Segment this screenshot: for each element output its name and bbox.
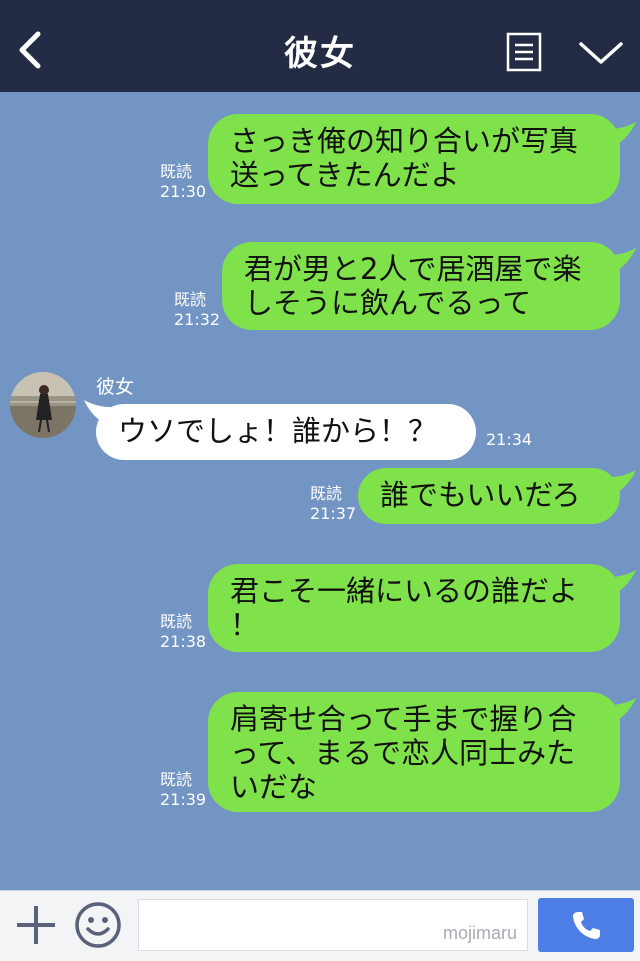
read-receipt: 既読 bbox=[160, 612, 193, 631]
message-meta: 既読 21:38 bbox=[160, 612, 206, 652]
outgoing-message-bubble[interactable]: 君が男と2人で居酒屋で楽 しそうに飲んでるって bbox=[222, 242, 620, 330]
message-meta: 既読 21:32 bbox=[174, 290, 220, 330]
read-receipt: 既読 bbox=[310, 484, 343, 503]
phone-icon bbox=[573, 912, 600, 939]
contact-avatar[interactable] bbox=[10, 372, 76, 438]
message-time: 21:30 bbox=[160, 182, 207, 201]
incoming-message-bubble[interactable]: ウソでしょ！誰から！？ bbox=[96, 404, 476, 460]
read-receipt: 既読 bbox=[160, 162, 193, 181]
read-receipt: 既読 bbox=[160, 770, 193, 789]
outgoing-message-bubble[interactable]: 誰でもいいだろ bbox=[358, 468, 620, 524]
read-receipt: 既読 bbox=[174, 290, 207, 309]
message-input-bar: mojimaru bbox=[0, 890, 640, 961]
message-meta: 既読 21:30 bbox=[160, 162, 206, 202]
message-time: 21:32 bbox=[174, 310, 221, 329]
sender-name: 彼女 bbox=[96, 376, 135, 398]
message-list[interactable]: 既読 21:30 さっき俺の知り合いが写真 送ってきたんだよ 既読 21:32 … bbox=[0, 92, 640, 890]
chat-header: 彼女 bbox=[0, 0, 640, 92]
emoji-icon[interactable] bbox=[74, 901, 122, 949]
message-time: 21:39 bbox=[160, 790, 207, 809]
plus-icon[interactable] bbox=[14, 903, 58, 947]
message-meta: 既読 21:39 bbox=[160, 770, 206, 810]
outgoing-message-bubble[interactable]: 君こそ一緒にいるの誰だよ ！ bbox=[208, 564, 620, 652]
outgoing-message-bubble[interactable]: 肩寄せ合って手まで握り合 って、まるで恋人同士みた いだな bbox=[208, 692, 620, 812]
message-time: 21:34 bbox=[486, 430, 533, 449]
watermark-text: mojimaru bbox=[442, 923, 517, 943]
message-input[interactable]: mojimaru bbox=[138, 899, 528, 951]
message-meta: 既読 21:37 bbox=[310, 484, 356, 524]
chevron-down-icon[interactable] bbox=[578, 38, 624, 68]
menu-list-icon[interactable] bbox=[506, 32, 542, 72]
message-time: 21:37 bbox=[310, 504, 357, 523]
chat-title: 彼女 bbox=[284, 34, 356, 74]
call-button[interactable] bbox=[538, 898, 634, 952]
message-time: 21:38 bbox=[160, 632, 207, 651]
outgoing-message-bubble[interactable]: さっき俺の知り合いが写真 送ってきたんだよ bbox=[208, 114, 620, 204]
